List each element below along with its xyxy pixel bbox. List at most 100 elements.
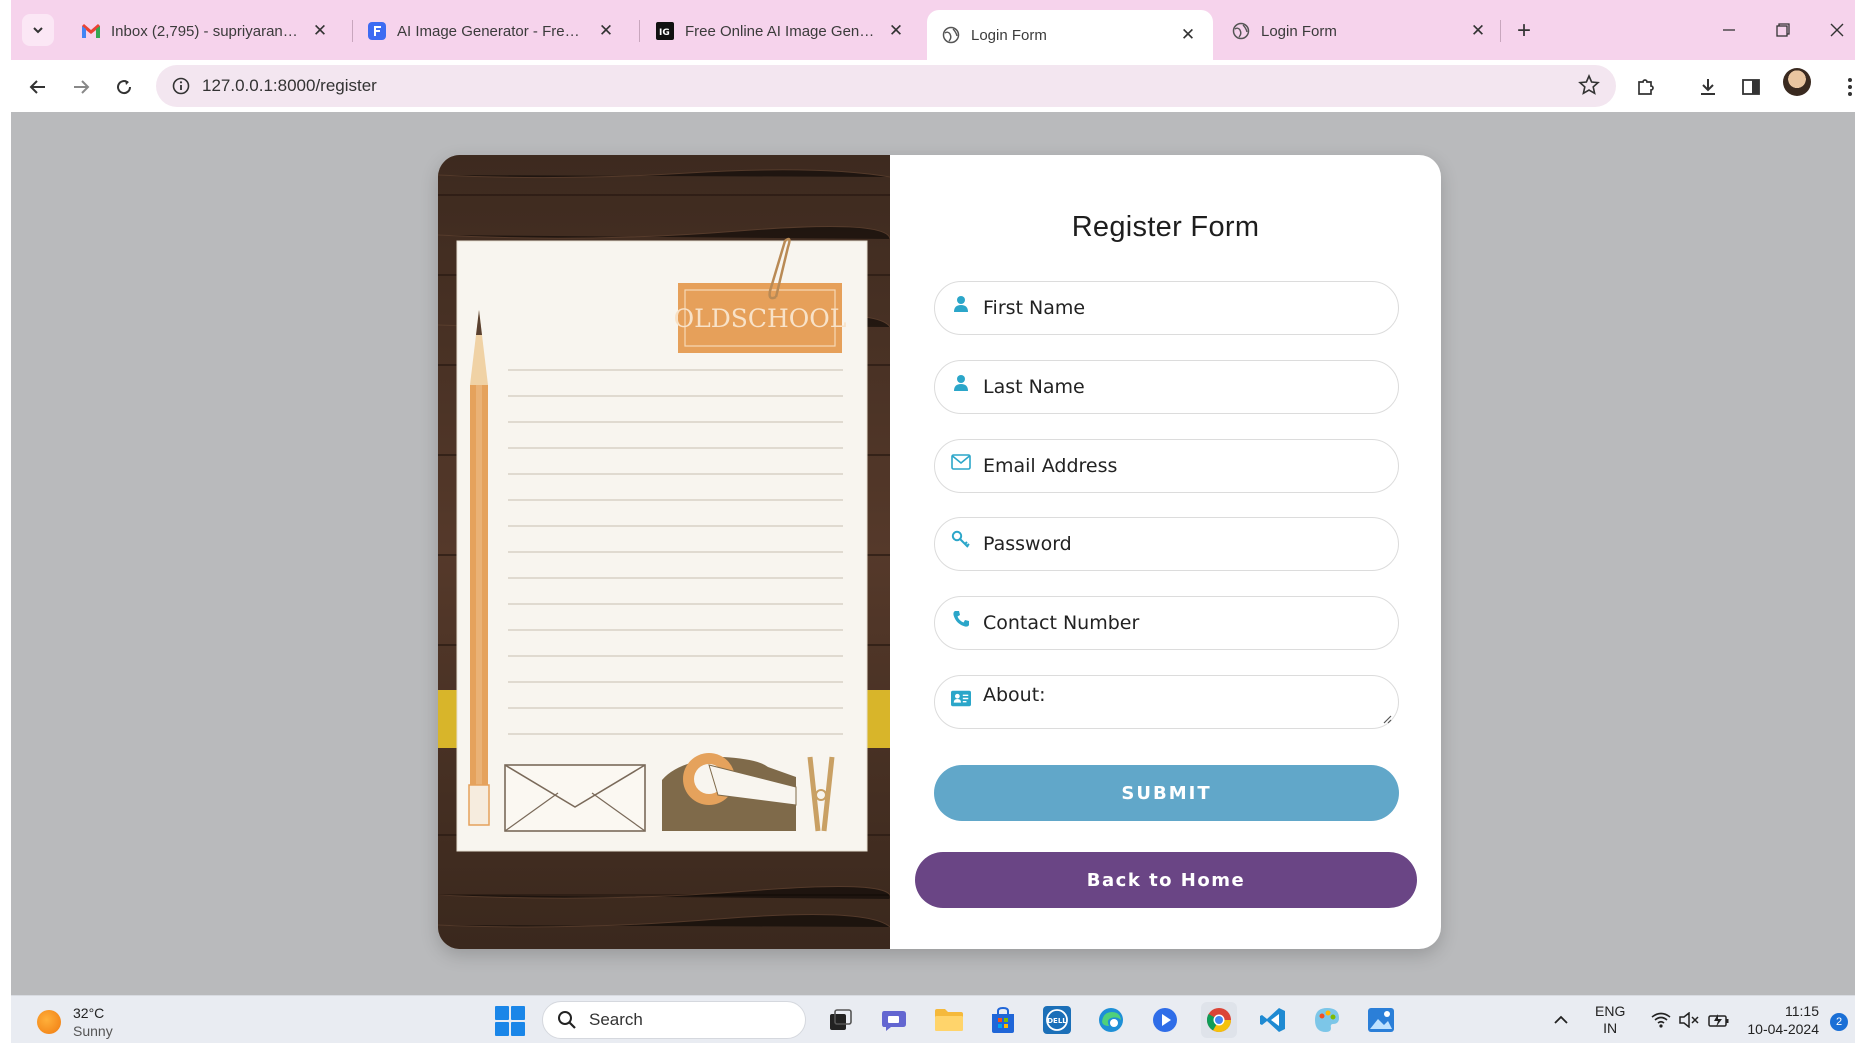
wifi-button[interactable] <box>1651 996 1671 1043</box>
file-explorer-button[interactable] <box>931 1002 967 1038</box>
back-button[interactable] <box>21 70 55 104</box>
about-field[interactable] <box>934 675 1399 729</box>
taskbar-search[interactable]: Search <box>542 1001 806 1039</box>
sun-icon <box>37 1010 61 1034</box>
edge-icon <box>1099 1008 1123 1032</box>
search-icon <box>558 1011 576 1029</box>
contact-number-field[interactable] <box>934 596 1399 650</box>
language-indicator[interactable]: ENG IN <box>1595 996 1625 1043</box>
volume-muted-icon <box>1679 1012 1699 1028</box>
tab-ai-image-generator[interactable]: AI Image Generator - Free Text ✕ <box>353 12 631 50</box>
arrow-right-icon <box>74 80 90 94</box>
site-info-icon[interactable] <box>172 77 190 95</box>
submit-button[interactable]: SUBMIT <box>934 765 1399 821</box>
close-window-button[interactable] <box>1819 14 1855 46</box>
extensions-button[interactable] <box>1629 70 1663 104</box>
chat-icon <box>882 1011 906 1031</box>
puzzle-icon <box>1638 79 1654 95</box>
teams-chat-button[interactable] <box>877 1002 913 1038</box>
address-bar[interactable]: 127.0.0.1:8000/register <box>156 65 1616 107</box>
tab-login-form-active[interactable]: Login Form ✕ <box>927 10 1213 60</box>
tab-title: Login Form <box>1261 22 1337 40</box>
tab-list-button[interactable] <box>22 14 54 46</box>
browser-menu-button[interactable] <box>1833 70 1855 104</box>
svg-text:DELL: DELL <box>1047 1017 1067 1025</box>
downloads-button[interactable] <box>1691 70 1725 104</box>
photos-app-button[interactable] <box>1363 1002 1399 1038</box>
arrow-left-icon <box>29 80 45 94</box>
close-icon[interactable]: ✕ <box>885 20 907 42</box>
download-icon <box>1701 79 1715 95</box>
reload-icon <box>117 80 132 95</box>
first-name-input[interactable] <box>983 282 1383 334</box>
id-card-icon <box>951 688 971 708</box>
new-tab-button[interactable]: + <box>1509 16 1539 46</box>
svg-text:IG: IG <box>659 28 670 38</box>
weather-temperature: 32°C <box>73 1005 105 1021</box>
notification-badge[interactable]: 2 <box>1830 1013 1848 1031</box>
first-name-field[interactable] <box>934 281 1399 335</box>
vscode-icon <box>1260 1008 1285 1032</box>
address-url[interactable]: 127.0.0.1:8000/register <box>202 76 377 96</box>
task-view-button[interactable] <box>823 1002 859 1038</box>
windows-logo-icon <box>495 1006 509 1020</box>
register-form: Register Form First Name Last Name Email… <box>890 155 1441 949</box>
bookmark-star-icon[interactable] <box>1578 73 1600 101</box>
palette-icon <box>1315 1008 1339 1032</box>
forward-button[interactable] <box>64 70 98 104</box>
task-view-icon <box>830 1009 852 1030</box>
start-button[interactable] <box>495 1006 525 1036</box>
password-field[interactable] <box>934 517 1399 571</box>
close-icon[interactable]: ✕ <box>1177 24 1199 46</box>
back-to-home-button[interactable]: Back to Home <box>915 852 1417 908</box>
language-line2: IN <box>1603 1020 1618 1036</box>
side-panel-button[interactable] <box>1734 70 1768 104</box>
tab-separator <box>639 20 640 42</box>
close-icon[interactable]: ✕ <box>309 20 331 42</box>
volume-button[interactable] <box>1679 996 1699 1043</box>
key-icon <box>951 530 971 550</box>
reload-button[interactable] <box>107 70 141 104</box>
contact-number-input[interactable] <box>983 597 1383 649</box>
tab-gmail[interactable]: Inbox (2,795) - supriyarangan7 ✕ <box>67 12 345 50</box>
last-name-field[interactable] <box>934 360 1399 414</box>
paint-app-button[interactable] <box>1309 1002 1345 1038</box>
microsoft-store-button[interactable] <box>985 1002 1021 1038</box>
dell-app-button[interactable]: DELL <box>1039 1002 1075 1038</box>
photos-icon <box>1368 1008 1394 1032</box>
language-line1: ENG <box>1595 1003 1626 1019</box>
vscode-button[interactable] <box>1255 1002 1291 1038</box>
battery-button[interactable] <box>1708 996 1730 1043</box>
edge-browser-button[interactable] <box>1093 1002 1129 1038</box>
window-edge <box>0 0 11 1043</box>
close-icon[interactable]: ✕ <box>595 20 617 42</box>
password-input[interactable] <box>983 518 1383 570</box>
user-icon <box>951 294 971 314</box>
user-icon <box>951 373 971 393</box>
tab-free-online-ai-image[interactable]: IG Free Online AI Image Generator ✕ <box>641 12 921 50</box>
about-textarea[interactable] <box>983 682 1383 722</box>
close-icon[interactable]: ✕ <box>1467 20 1489 42</box>
weather-widget[interactable]: 32°C Sunny <box>37 1004 113 1040</box>
media-player-button[interactable] <box>1147 1002 1183 1038</box>
minimize-button[interactable] <box>1711 14 1747 46</box>
tab-title: Login Form <box>971 26 1047 44</box>
ig-logo-icon: IG <box>655 21 675 41</box>
tray-overflow-button[interactable] <box>1553 996 1569 1043</box>
chrome-button[interactable] <box>1201 1002 1237 1038</box>
side-panel-icon <box>1742 79 1760 95</box>
resize-handle-icon[interactable] <box>1382 714 1392 724</box>
profile-avatar[interactable] <box>1783 68 1811 96</box>
store-icon <box>992 1006 1014 1033</box>
restore-button[interactable] <box>1765 14 1801 46</box>
taskbar-clock[interactable]: 11:15 10-04-2024 <box>1739 1002 1819 1038</box>
globe-icon <box>1231 21 1251 41</box>
minimize-icon <box>1723 29 1735 31</box>
email-field[interactable] <box>934 439 1399 493</box>
email-input[interactable] <box>983 440 1383 492</box>
tab-login-form[interactable]: Login Form ✕ <box>1217 12 1503 50</box>
last-name-input[interactable] <box>983 361 1383 413</box>
battery-charging-icon <box>1708 1014 1729 1027</box>
windows-taskbar: 32°C Sunny Search DELL ENG IN 11:15 10-0… <box>11 995 1855 1043</box>
folder-icon <box>935 1009 963 1031</box>
